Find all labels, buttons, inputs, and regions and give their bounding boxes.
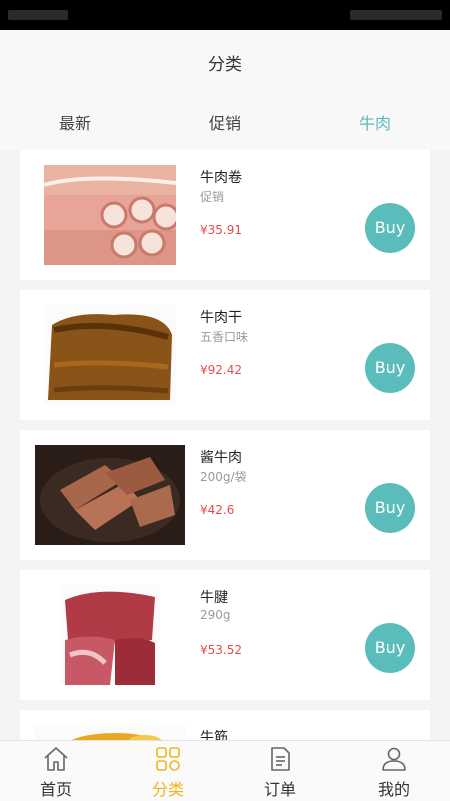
nav-category[interactable]: 分类 [112,741,224,801]
nav-label: 分类 [151,780,184,799]
nav-orders[interactable]: 订单 [224,741,336,801]
page-title: 分类 [208,55,242,75]
nav-label: 我的 [377,780,410,799]
product-card[interactable]: 牛肉卷 促销 ¥35.91 Buy [20,150,430,280]
product-card[interactable]: 牛腱 290g ¥53.52 Buy [20,570,430,700]
product-image-beef-rolls [44,165,176,265]
product-image-beef-tendon [35,725,185,740]
home-icon [44,747,68,771]
product-price: ¥35.91 [200,223,242,237]
product-desc: 200g/袋 [200,470,247,484]
category-icon [156,747,180,771]
product-card[interactable]: 酱牛肉 200g/袋 ¥42.6 Buy [20,430,430,560]
buy-button[interactable]: Buy [365,483,415,533]
product-image-braised-beef [35,445,185,545]
order-icon [271,747,290,771]
header: 分类 [0,30,450,90]
product-image-beef-shank [60,585,160,685]
status-left-blur [8,10,68,20]
product-list[interactable]: 牛肉卷 促销 ¥35.91 Buy 牛肉干 五香口味 ¥92.42 Buy 酱牛… [0,150,450,740]
status-right-blur [350,10,442,20]
buy-button[interactable]: Buy [365,623,415,673]
product-name: 牛肉卷 [200,170,242,186]
product-name: 牛筋 [200,730,228,740]
tab-promotion[interactable]: 促销 [150,110,300,134]
buy-button[interactable]: Buy [365,343,415,393]
product-card[interactable]: 牛筋 [20,710,430,740]
tab-bar: 最新 促销 牛肉 [0,90,450,150]
product-name: 牛腱 [200,590,228,606]
product-desc: 五香口味 [200,330,249,344]
product-desc: 促销 [200,190,225,204]
product-desc: 290g [200,608,231,622]
product-card[interactable]: 牛肉干 五香口味 ¥92.42 Buy [20,290,430,420]
buy-button[interactable]: Buy [365,203,415,253]
product-price: ¥53.52 [200,643,242,657]
nav-label: 首页 [39,780,72,799]
profile-icon [382,747,406,771]
product-price: ¥92.42 [200,363,242,377]
product-image-beef-jerky [44,305,176,405]
status-bar [0,0,450,30]
product-price: ¥42.6 [200,503,235,517]
nav-profile[interactable]: 我的 [338,741,450,801]
nav-label: 订单 [263,780,296,799]
bottom-nav: 首页 分类 订单 我的 [0,740,450,801]
product-name: 酱牛肉 [200,450,242,466]
product-name: 牛肉干 [200,310,242,326]
tab-newest[interactable]: 最新 [0,110,150,134]
nav-home[interactable]: 首页 [0,741,112,801]
tab-beef[interactable]: 牛肉 [300,110,450,134]
